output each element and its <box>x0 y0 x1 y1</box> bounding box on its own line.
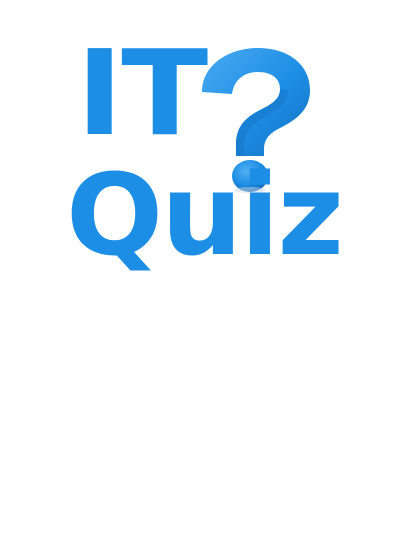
it-quiz-logo: IT Quiz <box>0 0 413 300</box>
logo-word-quiz: Quiz <box>66 151 344 281</box>
logo-word-it: IT <box>76 24 208 162</box>
page-canvas: IT Quiz <box>0 0 413 546</box>
